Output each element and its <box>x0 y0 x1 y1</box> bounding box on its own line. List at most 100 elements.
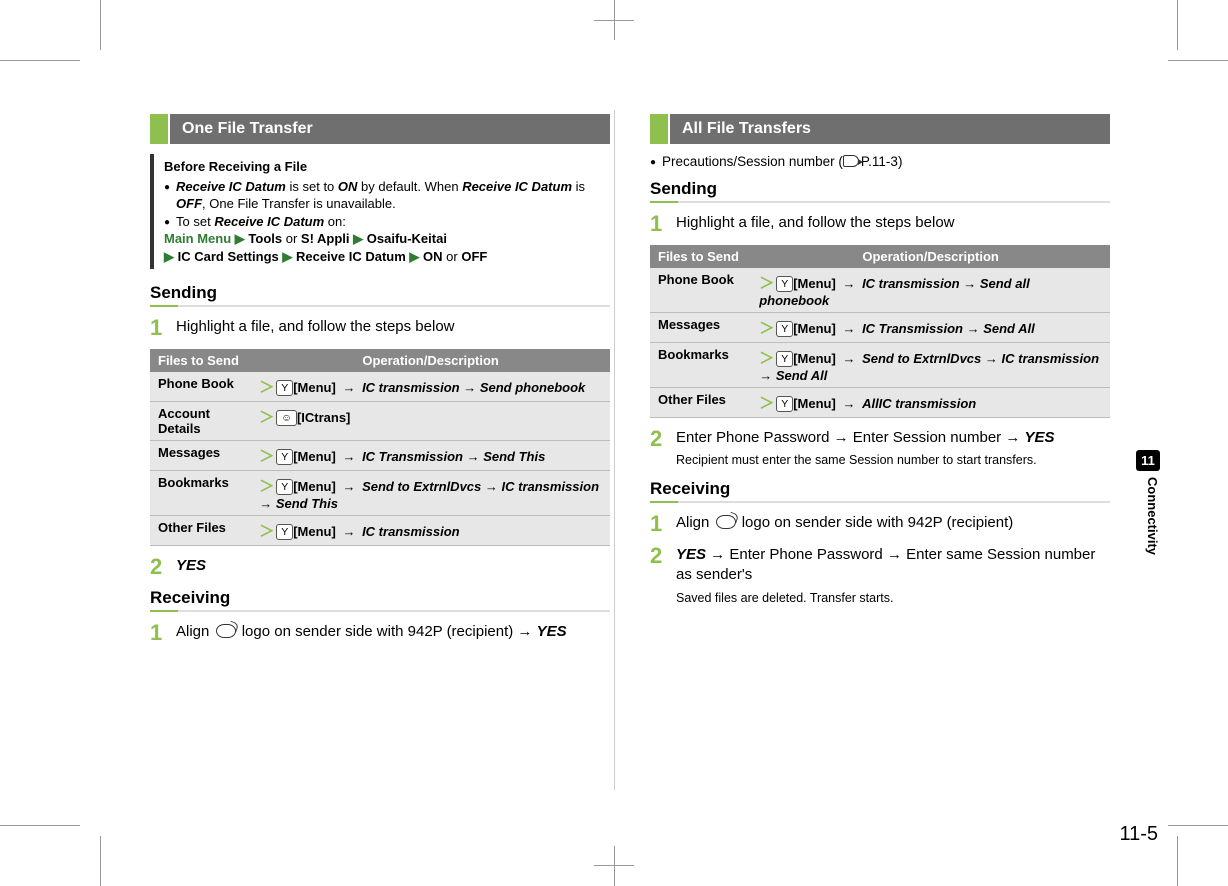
table-row: Phone Book＞Y[Menu] → IC transmission → S… <box>650 268 1110 313</box>
ic-logo-icon <box>216 624 236 638</box>
row-operation: ＞Y[Menu] → Send to ExtrnlDvcs → IC trans… <box>751 343 1110 388</box>
key-icon: Y <box>276 380 293 396</box>
chevron-icon: ＞ <box>759 395 774 412</box>
table-row: Other Files＞Y[Menu] → AllIC transmission <box>650 388 1110 418</box>
left-sending-step-2: 2 YES <box>150 556 610 578</box>
right-table-body: Phone Book＞Y[Menu] → IC transmission → S… <box>650 268 1110 418</box>
before-receiving-note: Before Receiving a File Receive IC Datum… <box>150 154 610 269</box>
ic-logo-icon <box>716 515 736 529</box>
chevron-icon: ＞ <box>759 350 774 367</box>
key-label: [Menu] <box>793 396 836 411</box>
row-label: Account Details <box>150 402 251 441</box>
sending-rule <box>150 305 610 307</box>
row-label: Bookmarks <box>650 343 751 388</box>
right-receiving-step-1: 1 Align logo on sender side with 942P (r… <box>650 513 1110 535</box>
step-number: 1 <box>150 622 176 644</box>
left-table-body: Phone Book＞Y[Menu] → IC transmission → S… <box>150 372 610 546</box>
left-receiving-step-1: 1 Align logo on sender side with 942P (r… <box>150 622 610 644</box>
row-operation: ＞☺[ICtrans] <box>251 402 610 441</box>
receiving-rule <box>650 501 1110 503</box>
key-icon: Y <box>776 396 793 412</box>
heading-accent <box>150 114 168 144</box>
key-icon: ☺ <box>276 410 297 426</box>
th-op: Operation/Description <box>251 349 610 372</box>
row-label: Phone Book <box>150 372 251 402</box>
step-text: Highlight a file, and follow the steps b… <box>676 213 1110 235</box>
step-text: Align logo on sender side with 942P (rec… <box>676 513 1110 535</box>
heading-accent <box>650 114 668 144</box>
right-sending-step-1: 1 Highlight a file, and follow the steps… <box>650 213 1110 235</box>
step-subtext: Saved files are deleted. Transfer starts… <box>676 590 1110 607</box>
chevron-icon: ＞ <box>259 448 274 465</box>
key-label: [Menu] <box>793 276 836 291</box>
row-operation: ＞Y[Menu] → IC Transmission → Send All <box>751 313 1110 343</box>
key-label: [Menu] <box>293 479 336 494</box>
step-number: 2 <box>650 545 676 606</box>
table-row: Bookmarks＞Y[Menu] → Send to ExtrnlDvcs →… <box>650 343 1110 388</box>
row-label: Messages <box>150 441 251 471</box>
row-label: Bookmarks <box>150 471 251 516</box>
key-label: [Menu] <box>793 321 836 336</box>
key-label: [Menu] <box>293 380 336 395</box>
chevron-icon: ＞ <box>259 409 274 426</box>
precaution-line: Precautions/Session number (P.11-3) <box>650 154 1110 169</box>
page-content: One File Transfer Before Receiving a Fil… <box>150 110 1110 790</box>
row-label: Other Files <box>150 516 251 546</box>
right-receiving-step-2: 2 YES → Enter Phone Password → Enter sam… <box>650 545 1110 606</box>
step-number: 2 <box>150 556 176 578</box>
sending-rule <box>650 201 1110 203</box>
left-sending-table: Files to Send Operation/Description Phon… <box>150 349 610 546</box>
key-icon: Y <box>276 479 293 495</box>
row-operation: ＞Y[Menu] → Send to ExtrnlDvcs → IC trans… <box>251 471 610 516</box>
row-label: Other Files <box>650 388 751 418</box>
table-row: Bookmarks＞Y[Menu] → Send to ExtrnlDvcs →… <box>150 471 610 516</box>
row-operation: ＞Y[Menu] → IC transmission → Send all ph… <box>751 268 1110 313</box>
table-row: Phone Book＞Y[Menu] → IC transmission → S… <box>150 372 610 402</box>
menu-path: Main Menu ▶ Tools or S! Appli ▶ Osaifu-K… <box>164 230 610 265</box>
reference-icon <box>843 155 859 167</box>
heading-one-file-transfer: One File Transfer <box>150 114 610 144</box>
chevron-icon: ＞ <box>259 379 274 396</box>
chapter-number: 11 <box>1136 450 1160 471</box>
step-text: Enter Phone Password → Enter Session num… <box>676 428 1110 469</box>
note-title: Before Receiving a File <box>164 158 610 176</box>
step-number: 1 <box>650 213 676 235</box>
key-label: [Menu] <box>293 449 336 464</box>
sending-heading: Sending <box>150 283 610 303</box>
row-operation: ＞Y[Menu] → IC transmission <box>251 516 610 546</box>
row-label: Messages <box>650 313 751 343</box>
step-subtext: Recipient must enter the same Session nu… <box>676 452 1110 469</box>
key-icon: Y <box>276 449 293 465</box>
step-text: YES → Enter Phone Password → Enter same … <box>676 545 1110 606</box>
th-files: Files to Send <box>150 349 251 372</box>
step-number: 2 <box>650 428 676 469</box>
key-label: [ICtrans] <box>297 410 350 425</box>
row-operation: ＞Y[Menu] → AllIC transmission <box>751 388 1110 418</box>
step-number: 1 <box>150 317 176 339</box>
receiving-heading: Receiving <box>150 588 610 608</box>
heading-text: One File Transfer <box>170 114 610 144</box>
chevron-icon: ＞ <box>759 275 774 292</box>
th-op: Operation/Description <box>751 245 1110 268</box>
key-icon: Y <box>776 276 793 292</box>
receiving-rule <box>150 610 610 612</box>
heading-text: All File Transfers <box>670 114 1110 144</box>
step-text: Highlight a file, and follow the steps b… <box>176 317 610 339</box>
key-icon: Y <box>776 351 793 367</box>
row-label: Phone Book <box>650 268 751 313</box>
table-row: Messages＞Y[Menu] → IC Transmission → Sen… <box>150 441 610 471</box>
chevron-icon: ＞ <box>759 320 774 337</box>
row-operation: ＞Y[Menu] → IC transmission → Send phoneb… <box>251 372 610 402</box>
step-number: 1 <box>650 513 676 535</box>
chevron-icon: ＞ <box>259 478 274 495</box>
page-number: 11-5 <box>1119 823 1158 846</box>
sending-heading: Sending <box>650 179 1110 199</box>
table-row: Messages＞Y[Menu] → IC Transmission → Sen… <box>650 313 1110 343</box>
step-text: YES <box>176 557 206 574</box>
step-text: Align logo on sender side with 942P (rec… <box>176 622 610 644</box>
row-operation: ＞Y[Menu] → IC Transmission → Send This <box>251 441 610 471</box>
table-row: Other Files＞Y[Menu] → IC transmission <box>150 516 610 546</box>
key-icon: Y <box>776 321 793 337</box>
left-sending-step-1: 1 Highlight a file, and follow the steps… <box>150 317 610 339</box>
receiving-heading: Receiving <box>650 479 1110 499</box>
